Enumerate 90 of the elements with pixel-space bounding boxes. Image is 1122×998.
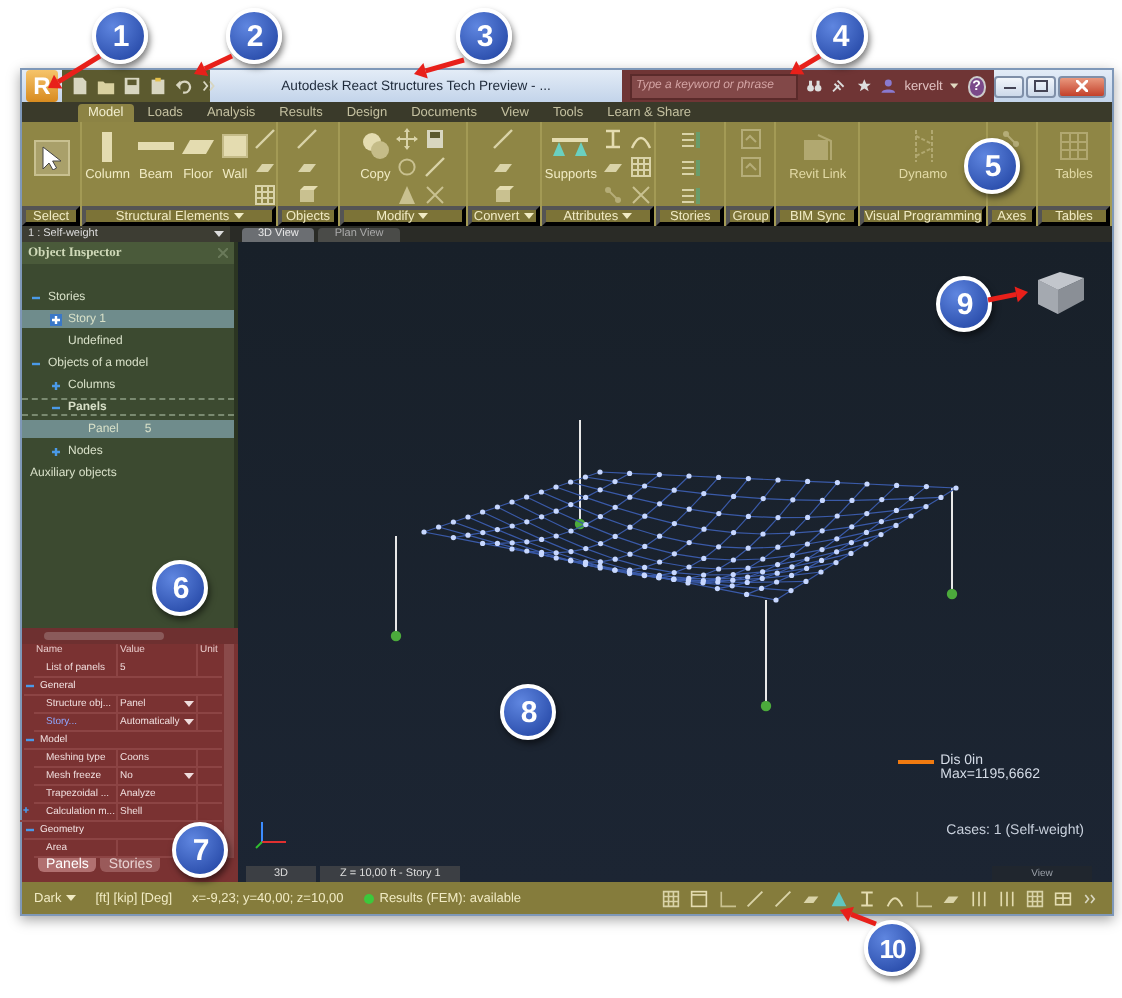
layers-icon[interactable] bbox=[679, 156, 702, 178]
folder-icon[interactable] bbox=[96, 76, 116, 96]
expand-icon[interactable] bbox=[20, 804, 32, 816]
move-icon[interactable] bbox=[396, 128, 419, 150]
line-icon[interactable] bbox=[492, 128, 515, 150]
support-icon[interactable] bbox=[830, 889, 848, 907]
line-icon[interactable] bbox=[424, 156, 447, 178]
select-button[interactable] bbox=[33, 140, 70, 176]
circle-icon[interactable] bbox=[396, 156, 419, 178]
file-icon[interactable] bbox=[70, 76, 90, 96]
grid-icon[interactable] bbox=[1026, 889, 1044, 907]
column-icon bbox=[102, 131, 113, 161]
more-icon[interactable] bbox=[1082, 889, 1100, 907]
collapse-icon[interactable] bbox=[30, 357, 42, 369]
more-icon[interactable] bbox=[200, 76, 220, 96]
expand-icon[interactable] bbox=[50, 379, 62, 391]
beam-icon bbox=[137, 142, 174, 150]
triangle-icon[interactable] bbox=[396, 184, 419, 206]
grid-icon[interactable] bbox=[253, 184, 276, 206]
columns-icon[interactable] bbox=[970, 889, 988, 907]
close-icon bbox=[1076, 80, 1088, 92]
maximize-icon bbox=[1034, 80, 1048, 92]
clipboard-icon[interactable] bbox=[148, 76, 168, 96]
i-beam-icon[interactable] bbox=[602, 128, 625, 150]
caret-icon bbox=[184, 772, 194, 780]
minimize-icon bbox=[1003, 82, 1015, 90]
collapse-icon[interactable] bbox=[30, 291, 42, 303]
collapse-icon[interactable] bbox=[50, 401, 62, 413]
axes-icon bbox=[254, 818, 290, 850]
minimize-button[interactable] bbox=[994, 75, 1024, 97]
arrow bbox=[414, 57, 465, 79]
close-icon[interactable] bbox=[218, 248, 228, 258]
cross-icon[interactable] bbox=[424, 184, 447, 206]
arrow bbox=[194, 53, 234, 76]
window-icon[interactable] bbox=[690, 889, 708, 907]
box-icon[interactable] bbox=[492, 184, 515, 206]
dots-icon[interactable] bbox=[1000, 128, 1023, 150]
caret-icon bbox=[950, 82, 959, 90]
floor-icon bbox=[181, 139, 214, 153]
i-beam-icon[interactable] bbox=[858, 889, 876, 907]
callout-badge: 4 bbox=[812, 8, 868, 64]
circles-icon bbox=[361, 132, 390, 160]
caret-icon bbox=[65, 894, 76, 902]
grid-icon[interactable] bbox=[662, 889, 680, 907]
collapse-icon[interactable] bbox=[24, 680, 36, 692]
collapse-icon[interactable] bbox=[24, 824, 36, 836]
cursor-icon bbox=[41, 146, 62, 170]
save-icon[interactable] bbox=[424, 128, 447, 150]
box-icon[interactable] bbox=[296, 184, 319, 206]
binoculars-icon[interactable] bbox=[806, 76, 823, 96]
table-icon bbox=[1060, 132, 1089, 160]
save-icon[interactable] bbox=[122, 76, 142, 96]
expand-icon[interactable] bbox=[50, 445, 62, 457]
line-icon[interactable] bbox=[774, 889, 792, 907]
line-icon[interactable] bbox=[296, 128, 319, 150]
arrow bbox=[987, 286, 1028, 303]
callout-badge: 10 bbox=[864, 920, 920, 976]
arrow bbox=[840, 906, 877, 927]
callout-badge: 1 bbox=[92, 8, 148, 64]
scrollbar[interactable] bbox=[22, 628, 238, 644]
network-icon bbox=[913, 130, 934, 162]
supports-icon bbox=[552, 137, 589, 155]
callout-badge: 2 bbox=[226, 8, 282, 64]
columns-icon[interactable] bbox=[998, 889, 1016, 907]
cross-icon[interactable] bbox=[630, 184, 653, 206]
scrollbar[interactable] bbox=[224, 644, 234, 858]
collapse-icon[interactable] bbox=[24, 734, 36, 746]
axis-icon[interactable] bbox=[914, 889, 932, 907]
wall-icon bbox=[221, 134, 248, 158]
table-icon[interactable] bbox=[1054, 889, 1072, 907]
caret-icon bbox=[622, 212, 633, 220]
maximize-button[interactable] bbox=[1026, 75, 1056, 97]
building-icon bbox=[803, 133, 832, 159]
layers-icon[interactable] bbox=[679, 128, 702, 150]
line-icon[interactable] bbox=[746, 889, 764, 907]
arrow bbox=[790, 53, 822, 75]
arrow bbox=[48, 53, 102, 89]
app-menu-button[interactable]: R bbox=[26, 70, 58, 102]
grid-icon[interactable] bbox=[630, 156, 653, 178]
close-button[interactable] bbox=[1058, 75, 1106, 97]
caret-icon bbox=[418, 212, 429, 220]
legend-line bbox=[898, 760, 935, 764]
line-icon[interactable] bbox=[253, 128, 276, 150]
callout-badge: 3 bbox=[456, 8, 512, 64]
caret-icon bbox=[523, 212, 534, 220]
star-icon[interactable] bbox=[855, 76, 872, 96]
dots-icon[interactable] bbox=[602, 184, 625, 206]
layers-icon[interactable] bbox=[679, 184, 702, 206]
undo-icon[interactable] bbox=[174, 76, 194, 96]
axis-icon[interactable] bbox=[718, 889, 736, 907]
